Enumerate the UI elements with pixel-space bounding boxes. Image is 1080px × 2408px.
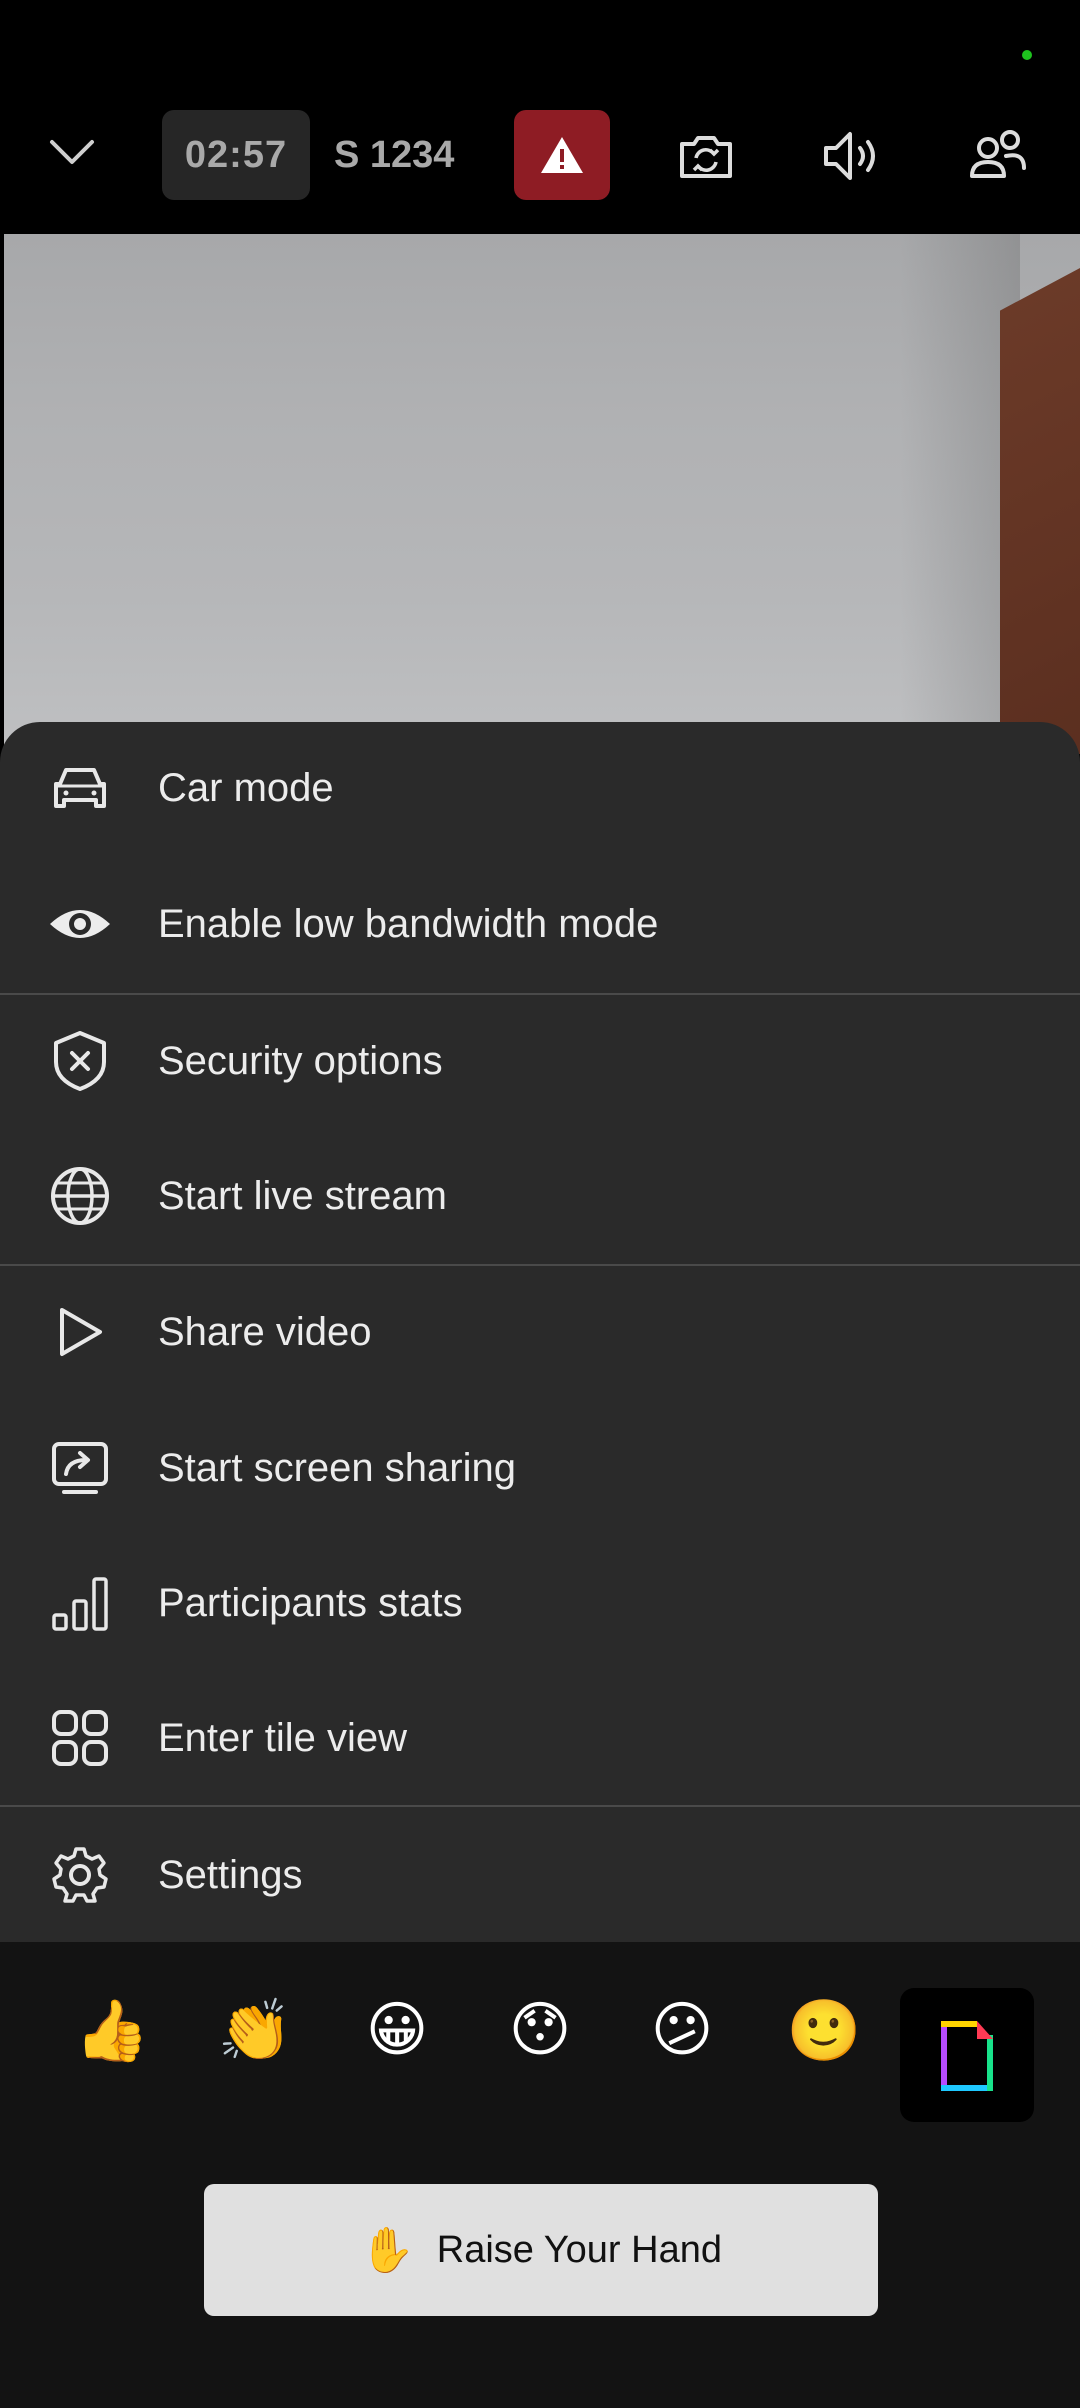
eye-icon [48, 892, 112, 956]
room-name: S 1234 [334, 133, 455, 176]
menu-item-label: Start screen sharing [158, 1445, 516, 1490]
bar-stats-icon [48, 1571, 112, 1635]
call-timer: 02:57 [162, 110, 310, 200]
menu-item-tile-view[interactable]: Enter tile view [0, 1672, 1080, 1804]
menu-item-label: Participants stats [158, 1580, 463, 1625]
participants-button[interactable] [958, 116, 1038, 196]
menu-item-screen-sharing[interactable]: Start screen sharing [0, 1402, 1080, 1534]
video-door [1000, 257, 1080, 754]
raised-hand-icon: ✋ [359, 2225, 415, 2276]
reaction-laugh[interactable]: 😀 [347, 1980, 447, 2080]
status-indicator-dot [1022, 50, 1032, 60]
menu-item-label: Start live stream [158, 1173, 447, 1218]
chevron-down-icon [50, 140, 94, 164]
reaction-smile[interactable]: 🙂 [774, 1980, 874, 2080]
participants-icon [970, 130, 1026, 178]
shield-icon [48, 1029, 112, 1093]
menu-item-live-stream[interactable]: Start live stream [0, 1130, 1080, 1262]
status-bar [0, 0, 1080, 76]
menu-item-security-options[interactable]: Security options [0, 995, 1080, 1127]
overflow-menu-sheet: Car mode Enable low bandwidth mode Secur… [0, 722, 1080, 1942]
menu-item-settings[interactable]: Settings [0, 1809, 1080, 1941]
reaction-surprised[interactable]: 😯 [490, 1980, 590, 2080]
speaker-icon [824, 132, 875, 180]
conference-toolbar: 02:57 S 1234 [0, 76, 1080, 234]
menu-item-label: Enable low bandwidth mode [158, 901, 659, 946]
alert-button[interactable] [514, 110, 610, 200]
menu-item-low-bandwidth[interactable]: Enable low bandwidth mode [0, 858, 1080, 990]
screen-share-icon [48, 1436, 112, 1500]
menu-item-label: Security options [158, 1038, 443, 1083]
gear-icon [48, 1843, 112, 1907]
menu-divider [0, 1805, 1080, 1807]
gif-button[interactable] [900, 1988, 1034, 2122]
collapse-chevron-button[interactable] [40, 120, 104, 184]
raise-hand-button[interactable]: ✋ Raise Your Hand [204, 2184, 878, 2316]
menu-item-label: Car mode [158, 765, 334, 810]
reaction-thumbs-up[interactable]: 👍 [62, 1980, 162, 2080]
menu-item-participants-stats[interactable]: Participants stats [0, 1537, 1080, 1669]
warning-icon [541, 137, 583, 173]
menu-item-label: Settings [158, 1852, 303, 1897]
globe-icon [48, 1164, 112, 1228]
gif-icon [941, 2021, 993, 2091]
raise-hand-label: Raise Your Hand [436, 2228, 722, 2271]
switch-camera-button[interactable] [666, 116, 746, 196]
tile-grid-icon [48, 1706, 112, 1770]
camera-switch-icon [680, 136, 732, 178]
video-feed [4, 234, 1080, 754]
menu-item-label: Enter tile view [158, 1715, 407, 1760]
menu-item-car-mode[interactable]: Car mode [0, 722, 1080, 854]
reaction-clap[interactable]: 👏 [205, 1980, 305, 2080]
audio-output-button[interactable] [812, 116, 892, 196]
menu-item-label: Share video [158, 1309, 372, 1354]
menu-item-share-video[interactable]: Share video [0, 1266, 1080, 1398]
reaction-confused[interactable]: 😕 [632, 1980, 732, 2080]
play-icon [48, 1300, 112, 1364]
car-icon [48, 756, 112, 820]
